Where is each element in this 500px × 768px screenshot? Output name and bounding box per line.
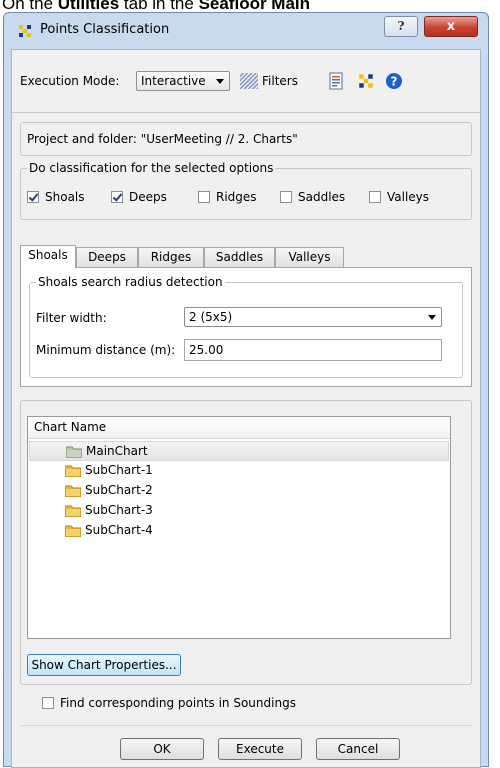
tree-item-subchart-4[interactable]: SubChart-4 (29, 521, 449, 541)
chart-tree[interactable]: Chart Name MainChart SubChart-1 SubChart… (27, 416, 451, 639)
show-chart-properties-button[interactable]: Show Chart Properties... (27, 654, 181, 676)
tab-ridges[interactable]: Ridges (138, 247, 204, 267)
classification-options-title: Do classification for the selected optio… (27, 161, 276, 175)
find-in-soundings-label: Find corresponding points in Soundings (60, 696, 296, 710)
close-button[interactable]: x (424, 16, 478, 37)
filter-width-select[interactable]: 2 (5x5) (184, 307, 442, 327)
filter-width-value: 2 (5x5) (189, 310, 233, 324)
tree-item-mainchart[interactable]: MainChart (29, 441, 449, 461)
tree-item-label: SubChart-3 (85, 503, 153, 517)
help-icon[interactable]: ? (385, 72, 403, 90)
project-panel: Project and folder: "UserMeeting // 2. C… (20, 122, 472, 156)
option-ridges-label: Ridges (216, 190, 257, 204)
points-classification-window: Points Classification ? x Execution Mode… (3, 12, 489, 768)
window-title: Points Classification (40, 22, 170, 37)
chevron-down-icon (216, 79, 224, 84)
folder-icon (65, 505, 81, 517)
checkbox-unchecked-icon (369, 191, 381, 203)
minimum-distance-value: 25.00 (189, 343, 224, 357)
tree-item-label: SubChart-4 (85, 523, 153, 537)
checkbox-checked-icon (27, 191, 39, 203)
option-shoals-checkbox[interactable]: Shoals (27, 190, 85, 204)
execution-mode-value: Interactive (141, 74, 206, 88)
tab-shoals[interactable]: Shoals (20, 245, 76, 268)
filters-icon[interactable] (239, 72, 259, 90)
search-radius-group: Shoals search radius detection Filter wi… (29, 275, 463, 378)
footer-divider (20, 725, 472, 726)
execution-mode-label: Execution Mode: (20, 74, 120, 88)
tree-item-label: SubChart-2 (85, 483, 153, 497)
option-saddles-checkbox[interactable]: Saddles (280, 190, 345, 204)
dialog-body: Execution Mode: Interactive Filters ? Pr… (11, 49, 481, 768)
option-deeps-label: Deeps (129, 190, 167, 204)
help-button[interactable]: ? (384, 16, 418, 37)
checkbox-checked-icon (111, 191, 123, 203)
option-saddles-label: Saddles (298, 190, 346, 204)
ok-button[interactable]: OK (120, 738, 204, 760)
question-icon: ? (397, 19, 405, 33)
folder-icon (66, 446, 82, 458)
option-valleys-label: Valleys (387, 190, 430, 204)
tree-item-subchart-2[interactable]: SubChart-2 (29, 481, 449, 501)
report-icon[interactable] (327, 72, 345, 90)
chart-name-header-label: Chart Name (34, 420, 107, 434)
filters-label[interactable]: Filters (262, 74, 298, 88)
folder-icon (65, 485, 81, 497)
title-bar[interactable]: Points Classification ? x (4, 13, 488, 49)
project-folder-text: Project and folder: "UserMeeting // 2. C… (27, 132, 298, 146)
tree-item-label: MainChart (86, 444, 148, 458)
app-icon (19, 25, 31, 37)
checkbox-unchecked-icon (198, 191, 210, 203)
tab-saddles[interactable]: Saddles (204, 247, 275, 267)
tab-deeps[interactable]: Deeps (76, 247, 138, 267)
find-in-soundings-checkbox[interactable]: Find corresponding points in Soundings (42, 696, 296, 710)
execution-mode-select[interactable]: Interactive (136, 71, 230, 91)
checkbox-unchecked-icon (42, 697, 54, 709)
minimum-distance-label: Minimum distance (m): (36, 343, 176, 357)
checkbox-unchecked-icon (280, 191, 292, 203)
tree-item-label: SubChart-1 (85, 463, 153, 477)
option-ridges-checkbox[interactable]: Ridges (198, 190, 257, 204)
folder-icon (65, 465, 81, 477)
chart-list-group: Chart Name MainChart SubChart-1 SubChart… (20, 400, 472, 685)
minimum-distance-input[interactable]: 25.00 (184, 339, 442, 361)
search-radius-title: Shoals search radius detection (36, 275, 225, 289)
chart-name-column-header[interactable]: Chart Name (28, 417, 450, 439)
tab-valleys[interactable]: Valleys (275, 247, 344, 267)
classification-icon[interactable] (357, 72, 375, 90)
option-shoals-label: Shoals (45, 190, 85, 204)
option-valleys-checkbox[interactable]: Valleys (369, 190, 429, 204)
toolbar: Execution Mode: Interactive Filters ? (12, 50, 480, 113)
folder-icon (65, 525, 81, 537)
cancel-button[interactable]: Cancel (316, 738, 400, 760)
filter-width-label: Filter width: (36, 311, 107, 325)
chevron-down-icon (428, 315, 436, 320)
option-deeps-checkbox[interactable]: Deeps (111, 190, 167, 204)
execute-button[interactable]: Execute (218, 738, 302, 760)
close-icon: x (446, 19, 456, 34)
shoals-tab-panel: Shoals search radius detection Filter wi… (20, 267, 472, 387)
tree-item-subchart-1[interactable]: SubChart-1 (29, 461, 449, 481)
svg-text:?: ? (391, 75, 398, 89)
classification-options-group: Do classification for the selected optio… (20, 161, 472, 220)
tree-item-subchart-3[interactable]: SubChart-3 (29, 501, 449, 521)
